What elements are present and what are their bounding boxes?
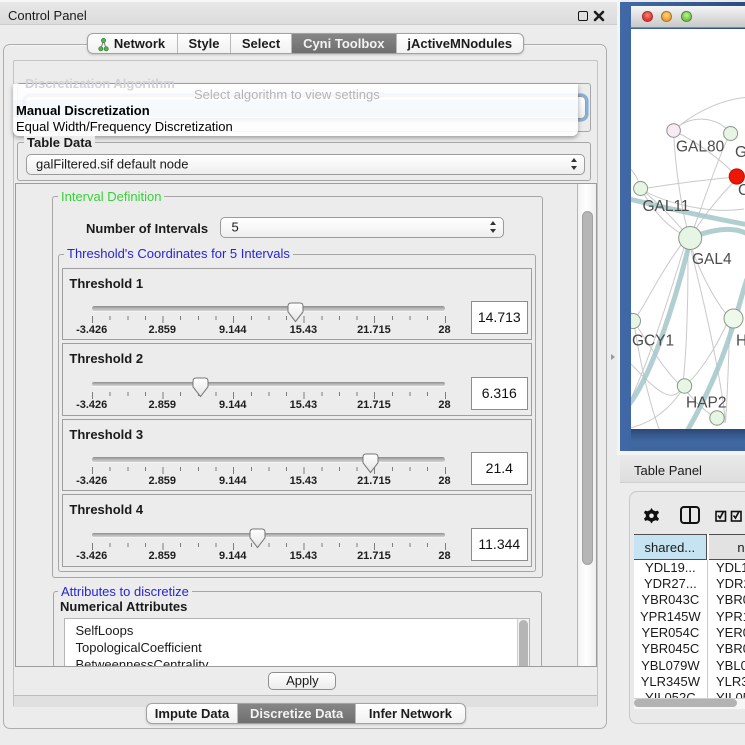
svg-text:HAP2: HAP2	[686, 394, 726, 411]
svg-text:GAL11: GAL11	[643, 198, 690, 215]
svg-text:GA: GA	[735, 144, 745, 161]
svg-text:H: H	[736, 332, 745, 349]
svg-text:GCY1: GCY1	[632, 332, 674, 349]
svg-text:GAL80: GAL80	[676, 138, 724, 155]
svg-text:GAL4: GAL4	[692, 250, 732, 267]
svg-text:C: C	[738, 182, 745, 199]
